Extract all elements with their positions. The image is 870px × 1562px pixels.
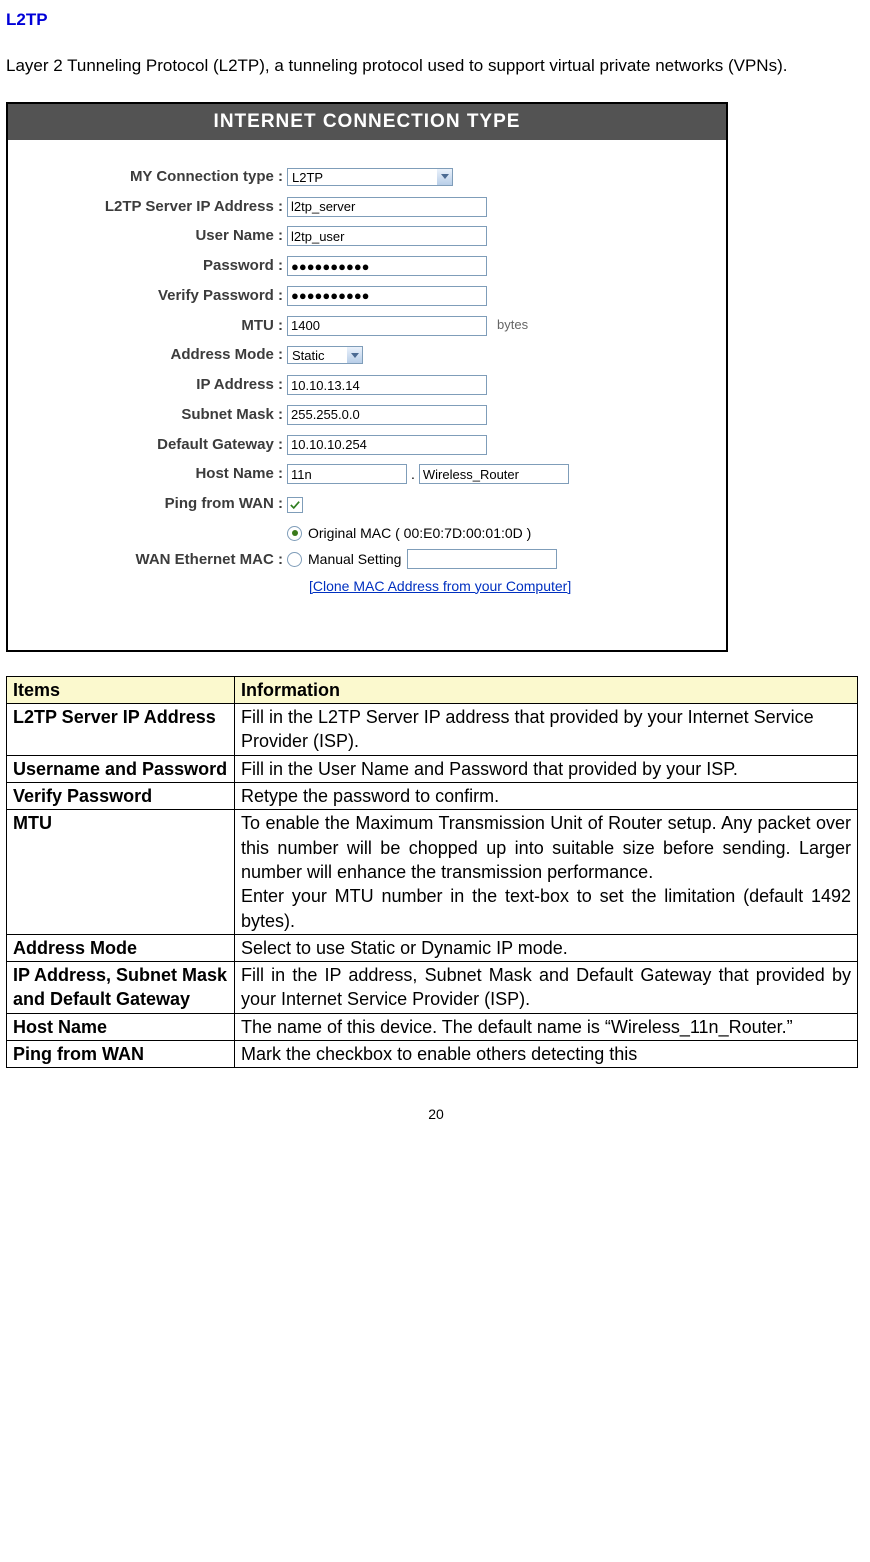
table-row: Verify Password Retype the password to c… <box>7 783 858 810</box>
label-ip-address: IP Address : <box>28 374 287 396</box>
header-items: Items <box>7 676 235 703</box>
row-verify-password: Verify Password : <box>28 285 706 307</box>
cell-info: The name of this device. The default nam… <box>235 1013 858 1040</box>
label-connection-type: MY Connection type : <box>28 166 287 188</box>
row-default-gateway: Default Gateway : <box>28 434 706 456</box>
info-table: Items Information L2TP Server IP Address… <box>6 676 858 1068</box>
row-host-name: Host Name : . <box>28 463 706 485</box>
username-input[interactable] <box>287 226 487 246</box>
chevron-down-icon <box>347 346 363 364</box>
mac-option-manual[interactable]: Manual Setting <box>287 549 571 569</box>
chevron-down-icon <box>437 168 453 186</box>
mac-option-original[interactable]: Original MAC ( 00:E0:7D:00:01:0D ) <box>287 523 571 543</box>
address-mode-value: Static <box>287 346 347 364</box>
cell-info: Fill in the IP address, Subnet Mask and … <box>235 962 858 1014</box>
header-information: Information <box>235 676 858 703</box>
table-row: Ping from WAN Mark the checkbox to enabl… <box>7 1040 858 1067</box>
cell-item: Address Mode <box>7 934 235 961</box>
cell-info: Fill in the User Name and Password that … <box>235 755 858 782</box>
intro-paragraph: Layer 2 Tunneling Protocol (L2TP), a tun… <box>6 51 866 81</box>
label-server-ip: L2TP Server IP Address : <box>28 196 287 218</box>
cell-info: Fill in the L2TP Server IP address that … <box>235 704 858 756</box>
table-header-row: Items Information <box>7 676 858 703</box>
clone-mac-link[interactable]: [Clone MAC Address from your Computer] <box>309 576 571 596</box>
cell-item: Host Name <box>7 1013 235 1040</box>
host-name-input-1[interactable] <box>287 464 407 484</box>
manual-mac-input[interactable] <box>407 549 557 569</box>
row-mtu: MTU : bytes <box>28 315 706 337</box>
connection-type-select[interactable]: L2TP <box>287 168 453 186</box>
row-ping-from-wan: Ping from WAN : <box>28 493 706 515</box>
cell-item: L2TP Server IP Address <box>7 704 235 756</box>
host-name-input-2[interactable] <box>419 464 569 484</box>
row-connection-type: MY Connection type : L2TP <box>28 166 706 188</box>
subnet-mask-input[interactable] <box>287 405 487 425</box>
password-input[interactable] <box>287 256 487 276</box>
ip-address-input[interactable] <box>287 375 487 395</box>
mtu-input[interactable] <box>287 316 487 336</box>
row-ip-address: IP Address : <box>28 374 706 396</box>
address-mode-select[interactable]: Static <box>287 346 363 364</box>
label-password: Password : <box>28 255 287 277</box>
label-mtu: MTU : <box>28 315 287 337</box>
row-username: User Name : <box>28 225 706 247</box>
label-address-mode: Address Mode : <box>28 344 287 366</box>
cell-info: Select to use Static or Dynamic IP mode. <box>235 934 858 961</box>
table-row: Host Name The name of this device. The d… <box>7 1013 858 1040</box>
label-username: User Name : <box>28 225 287 247</box>
label-wan-mac: WAN Ethernet MAC : <box>28 549 287 571</box>
cell-item: Ping from WAN <box>7 1040 235 1067</box>
check-icon <box>290 500 300 510</box>
label-ping-from-wan: Ping from WAN : <box>28 493 287 515</box>
label-verify-password: Verify Password : <box>28 285 287 307</box>
connection-type-value: L2TP <box>287 168 437 186</box>
cell-item: MTU <box>7 810 235 934</box>
row-wan-mac: WAN Ethernet MAC : Original MAC ( 00:E0:… <box>28 523 706 596</box>
table-row: IP Address, Subnet Mask and Default Gate… <box>7 962 858 1014</box>
panel-body: MY Connection type : L2TP L2TP Server IP… <box>8 140 726 650</box>
cell-info: To enable the Maximum Transmission Unit … <box>235 810 858 934</box>
table-row: Address Mode Select to use Static or Dyn… <box>7 934 858 961</box>
config-panel: INTERNET CONNECTION TYPE MY Connection t… <box>6 102 728 651</box>
row-password: Password : <box>28 255 706 277</box>
cell-info: Retype the password to confirm. <box>235 783 858 810</box>
section-heading: L2TP <box>6 8 866 33</box>
cell-item: IP Address, Subnet Mask and Default Gate… <box>7 962 235 1014</box>
page-number: 20 <box>6 1104 866 1124</box>
radio-original-mac[interactable] <box>287 526 302 541</box>
label-subnet-mask: Subnet Mask : <box>28 404 287 426</box>
mac-original-label: Original MAC ( 00:E0:7D:00:01:0D ) <box>308 523 531 543</box>
verify-password-input[interactable] <box>287 286 487 306</box>
radio-manual-mac[interactable] <box>287 552 302 567</box>
cell-item: Verify Password <box>7 783 235 810</box>
cell-info: Mark the checkbox to enable others detec… <box>235 1040 858 1067</box>
default-gateway-input[interactable] <box>287 435 487 455</box>
label-default-gateway: Default Gateway : <box>28 434 287 456</box>
table-row: Username and Password Fill in the User N… <box>7 755 858 782</box>
panel-title: INTERNET CONNECTION TYPE <box>8 104 726 140</box>
row-address-mode: Address Mode : Static <box>28 344 706 366</box>
mac-manual-label: Manual Setting <box>308 549 401 569</box>
mtu-unit: bytes <box>497 316 528 335</box>
row-subnet-mask: Subnet Mask : <box>28 404 706 426</box>
server-ip-input[interactable] <box>287 197 487 217</box>
row-server-ip: L2TP Server IP Address : <box>28 196 706 218</box>
table-row: MTU To enable the Maximum Transmission U… <box>7 810 858 934</box>
label-host-name: Host Name : <box>28 463 287 485</box>
host-name-separator: . <box>411 464 415 484</box>
ping-from-wan-checkbox[interactable] <box>287 497 303 513</box>
table-row: L2TP Server IP Address Fill in the L2TP … <box>7 704 858 756</box>
cell-item: Username and Password <box>7 755 235 782</box>
